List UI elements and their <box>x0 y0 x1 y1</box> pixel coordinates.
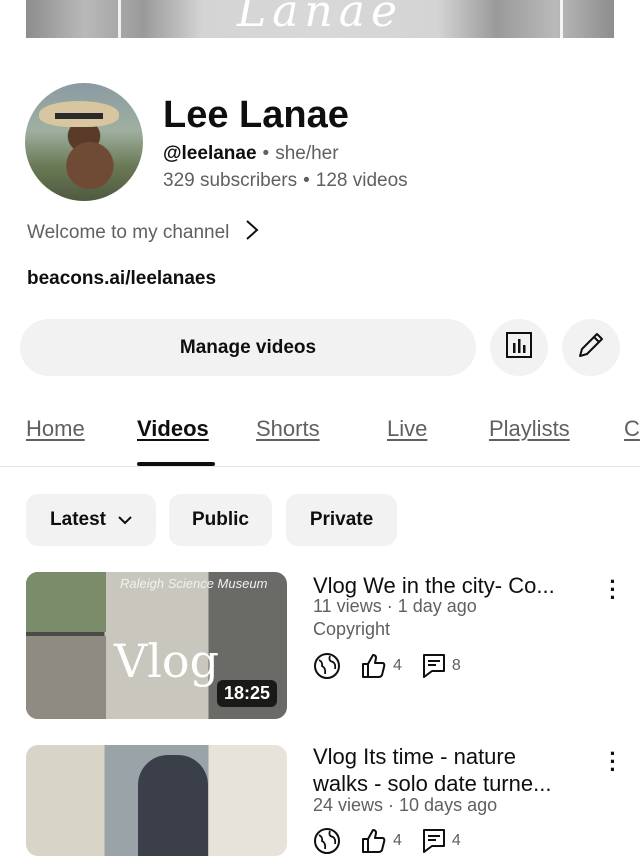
subscriber-count: 329 subscribers <box>163 170 298 191</box>
thumbnail-photo-panel <box>26 636 106 719</box>
filter-private-chip[interactable]: Private <box>286 494 397 546</box>
video-title[interactable]: Vlog We in the city- Co... <box>313 572 598 599</box>
channel-external-link[interactable]: beacons.ai/leelanaes <box>27 268 216 290</box>
channel-pronouns: she/her <box>275 143 339 164</box>
channel-tabs: Home Videos Shorts Live Playlists C <box>0 405 640 467</box>
channel-avatar[interactable] <box>25 83 143 201</box>
video-copyright-notice: Copyright <box>313 619 391 639</box>
analytics-icon <box>505 331 533 364</box>
channel-stats-line: 329 subscribers • 128 videos <box>163 170 408 192</box>
separator-dot: • <box>303 170 310 191</box>
video-title-line: Vlog Its time - nature <box>313 744 516 769</box>
channel-description-link[interactable]: Welcome to my channel <box>27 219 259 247</box>
like-count: 4 <box>393 657 402 674</box>
comment-icon <box>422 653 446 679</box>
thumbnail-photo-panel <box>26 572 106 632</box>
channel-banner: Lanae <box>26 0 614 38</box>
comment-icon <box>422 828 446 854</box>
tab-playlists[interactable]: Playlists <box>489 416 570 442</box>
video-more-menu-icon[interactable]: · · · <box>605 571 621 609</box>
thumbnail-title-text: Vlog <box>114 634 220 688</box>
channel-handle-line: @leelanae • she/her <box>163 143 339 165</box>
globe-icon <box>313 652 341 680</box>
edit-channel-button[interactable] <box>562 319 620 376</box>
filter-public-chip[interactable]: Public <box>169 494 272 546</box>
pencil-icon <box>576 330 606 365</box>
video-more-menu-icon[interactable]: · · · <box>605 743 621 781</box>
video-title-line: walks - solo date turne... <box>313 771 552 796</box>
video-views-age: 11 views · 1 day ago <box>313 596 477 616</box>
thumbnail-photo-panel <box>138 755 208 856</box>
thumbs-up-icon <box>361 653 387 679</box>
channel-name: Lee Lanae <box>163 94 349 136</box>
video-views-age: 24 views · 10 days ago <box>313 795 498 815</box>
video-thumbnail[interactable]: Raleigh Science Museum Vlog 18:25 <box>26 572 287 719</box>
separator-dot: • <box>262 143 270 164</box>
video-title[interactable]: Vlog Its time - nature walks - solo date… <box>313 743 598 797</box>
comment-count: 4 <box>451 832 461 849</box>
active-tab-indicator <box>137 462 215 466</box>
globe-icon <box>313 827 341 855</box>
avatar-hatband-shape <box>55 113 103 119</box>
description-text: Welcome to my channel <box>27 222 230 243</box>
thumbnail-caption: Raleigh Science Museum <box>120 576 268 591</box>
tab-videos[interactable]: Videos <box>137 416 209 442</box>
chevron-right-icon <box>245 219 259 247</box>
video-stats-row: 4 4 <box>313 826 481 856</box>
comment-count: 8 <box>451 657 461 674</box>
manage-videos-button[interactable]: Manage videos <box>20 319 476 376</box>
chevron-down-icon <box>118 509 132 531</box>
analytics-button[interactable] <box>490 319 548 376</box>
thumbs-up-icon <box>361 828 387 854</box>
banner-script-text: Lanae <box>236 0 404 37</box>
tab-home[interactable]: Home <box>26 416 85 442</box>
video-count: 128 videos <box>315 170 408 191</box>
video-duration-badge: 18:25 <box>216 680 277 707</box>
like-count: 4 <box>393 832 402 849</box>
chip-label: Latest <box>50 509 106 530</box>
filter-latest-chip[interactable]: Latest <box>26 494 156 546</box>
tab-community-partial[interactable]: C <box>624 416 640 442</box>
tab-shorts[interactable]: Shorts <box>256 416 320 442</box>
video-thumbnail[interactable] <box>26 745 287 856</box>
video-stats-row: 4 8 <box>313 651 481 681</box>
channel-handle: @leelanae <box>163 143 257 164</box>
tab-live[interactable]: Live <box>387 416 427 442</box>
